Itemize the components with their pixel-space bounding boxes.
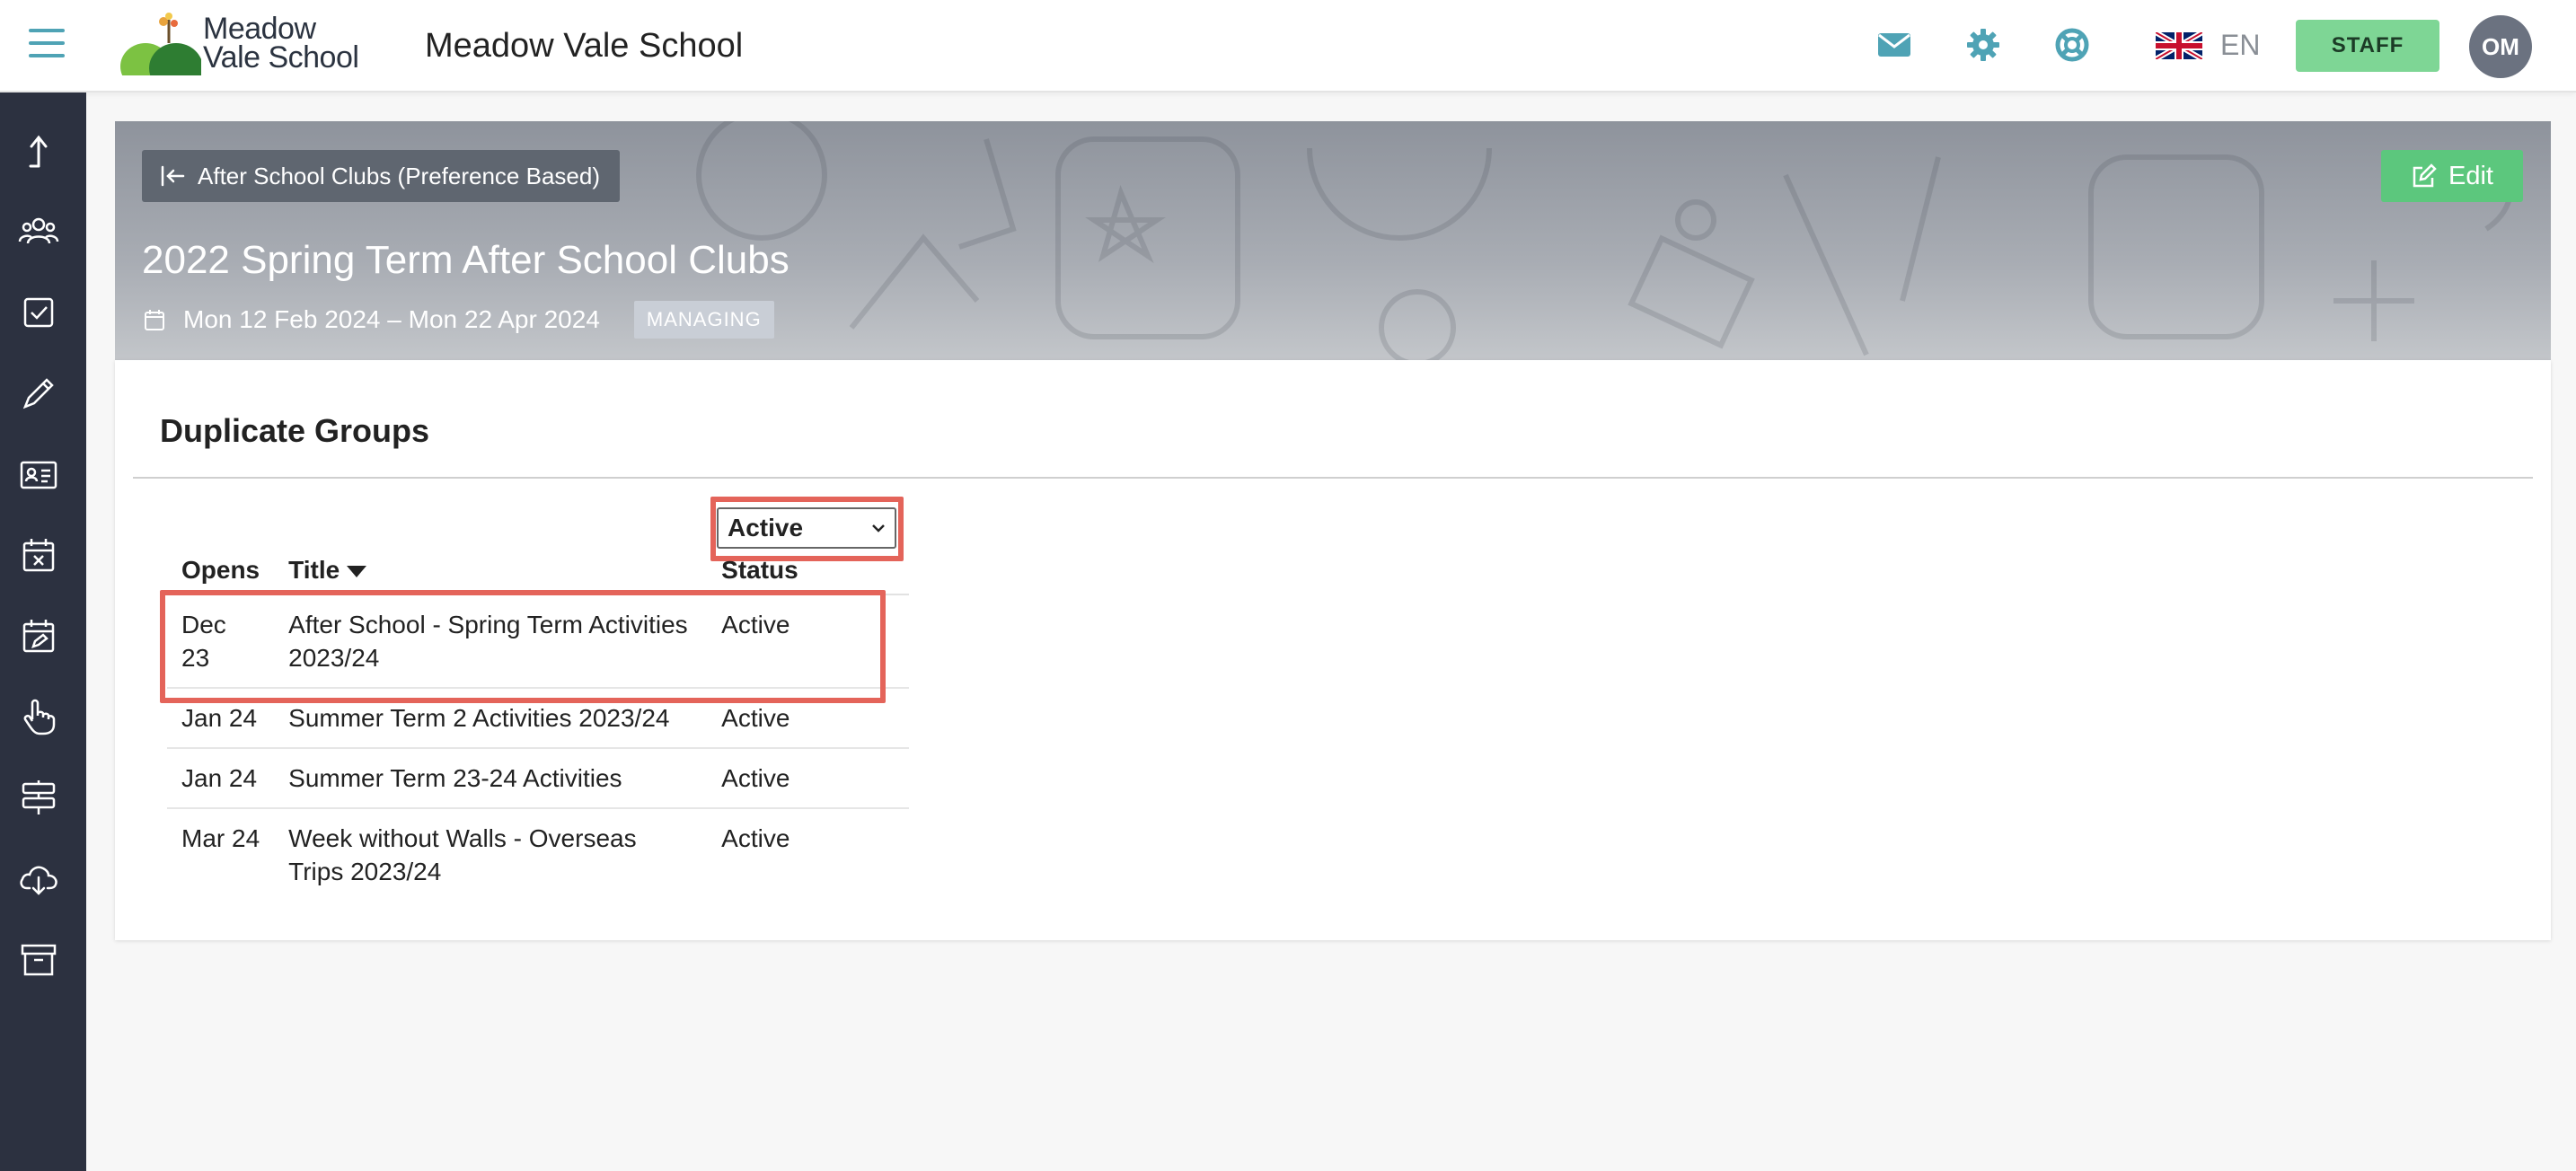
calendar-edit-icon[interactable]: [18, 615, 59, 656]
table-row[interactable]: Mar 24 Week without Walls - Overseas Tri…: [167, 808, 909, 901]
cell-opens: Dec 23: [167, 594, 275, 689]
signpost-icon[interactable]: [18, 777, 59, 818]
date-range-text: Mon 12 Feb 2024 – Mon 22 Apr 2024: [183, 305, 600, 333]
cell-title: Summer Term 23-24 Activities: [274, 748, 708, 809]
cell-opens: Jan 24: [167, 748, 275, 809]
pencil-icon[interactable]: [18, 373, 59, 414]
cell-title: Week without Walls - Overseas Trips 2023…: [288, 824, 637, 885]
logo-line-1: Meadow: [203, 12, 316, 46]
managing-badge: MANAGING: [633, 301, 774, 339]
arrow-left-to-bar-icon: [161, 165, 185, 187]
logo-text: Meadow Vale School: [203, 12, 359, 75]
duplicate-groups-card: Duplicate Groups Active Opens Title Stat…: [115, 360, 2551, 940]
cell-status: Active: [707, 594, 909, 689]
column-header-title-label: Title: [288, 556, 340, 584]
menu-icon[interactable]: [29, 29, 65, 57]
people-icon[interactable]: [18, 211, 59, 252]
upload-icon[interactable]: [18, 130, 59, 172]
edit-button[interactable]: Edit: [2381, 150, 2523, 202]
edit-icon: [2413, 163, 2437, 188]
section-title: Duplicate Groups: [160, 412, 430, 449]
hand-pointer-icon[interactable]: [18, 696, 59, 737]
sort-descending-icon: [347, 566, 367, 578]
top-bar: Meadow Vale School Meadow Vale School EN…: [0, 0, 2576, 93]
id-card-icon[interactable]: [18, 453, 59, 495]
edit-button-label: Edit: [2448, 161, 2493, 190]
cell-title: After School - Spring Term Activities 20…: [274, 594, 708, 689]
column-header-opens[interactable]: Opens: [167, 547, 275, 595]
logo-hills-icon: [120, 13, 203, 93]
cloud-download-icon[interactable]: [18, 858, 59, 899]
school-logo[interactable]: Meadow Vale School: [120, 12, 363, 93]
calendar-x-icon[interactable]: [18, 534, 59, 576]
school-name: Meadow Vale School: [425, 27, 744, 65]
column-header-status[interactable]: Status: [707, 547, 909, 595]
column-header-opens-label: Opens: [181, 556, 260, 584]
duplicate-groups-table: Opens Title Status Dec 23 After School -…: [167, 547, 909, 901]
cell-opens: Jan 24: [167, 688, 275, 749]
cell-title: Summer Term 2 Activities 2023/24: [274, 688, 708, 749]
table-header-row: Opens Title Status: [167, 547, 909, 595]
uk-flag-icon[interactable]: [2156, 32, 2202, 59]
status-filter-value: Active: [728, 514, 804, 541]
user-avatar[interactable]: OM: [2469, 15, 2532, 78]
table-row[interactable]: Jan 24 Summer Term 2 Activities 2023/24 …: [167, 688, 909, 749]
table-row[interactable]: Dec 23 After School - Spring Term Activi…: [167, 594, 909, 689]
cell-status: Active: [707, 688, 909, 749]
language-selector[interactable]: EN: [2220, 29, 2260, 62]
logo-line-2: Vale School: [203, 40, 359, 75]
column-header-title[interactable]: Title: [274, 547, 708, 595]
cell-opens: Mar 24: [181, 824, 260, 852]
back-button-label: After School Clubs (Preference Based): [198, 162, 600, 189]
checkbox-icon[interactable]: [18, 292, 59, 333]
column-header-status-label: Status: [721, 556, 798, 584]
status-filter-select[interactable]: Active: [717, 507, 896, 549]
chevron-down-icon: [872, 524, 885, 533]
staff-role-button[interactable]: STAFF: [2296, 20, 2439, 72]
calendar-icon: [145, 310, 164, 330]
date-range: Mon 12 Feb 2024 – Mon 22 Apr 2024 MANAGI…: [142, 301, 774, 339]
back-to-parent-button[interactable]: After School Clubs (Preference Based): [142, 150, 620, 202]
mail-icon[interactable]: [1876, 27, 1912, 63]
archive-icon[interactable]: [18, 938, 59, 980]
sidebar: [0, 92, 86, 1171]
gear-icon[interactable]: [1965, 27, 2001, 63]
page-title: 2022 Spring Term After School Clubs: [142, 238, 790, 282]
cell-status: Active: [707, 748, 909, 809]
cell-status: Active: [721, 824, 790, 852]
section-divider: [133, 477, 2533, 479]
activity-header: After School Clubs (Preference Based) Ed…: [115, 121, 2551, 360]
lifebuoy-icon[interactable]: [2054, 27, 2090, 63]
table-row[interactable]: Jan 24 Summer Term 23-24 Activities Acti…: [167, 748, 909, 809]
